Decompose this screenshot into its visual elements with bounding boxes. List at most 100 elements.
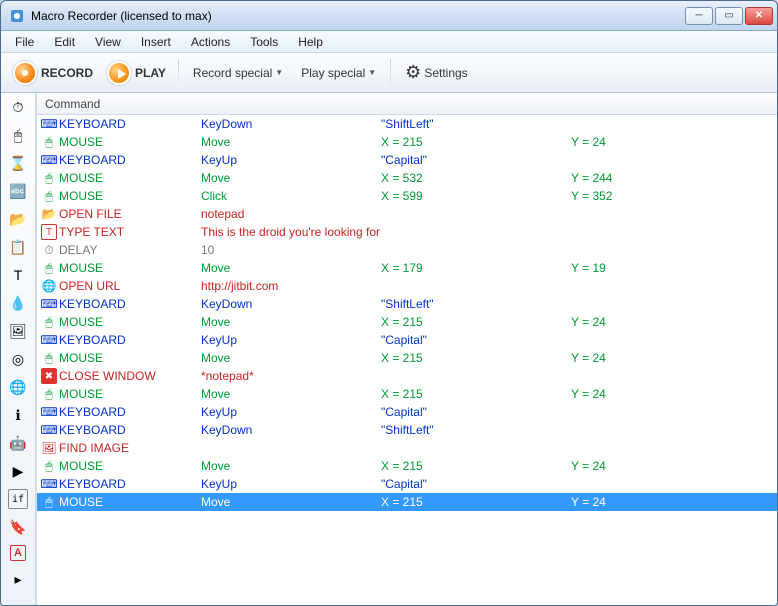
annotate-icon[interactable]: A [10,545,26,561]
label-icon[interactable]: 🔖 [8,517,28,537]
row-icon: 🖱 [41,386,57,402]
play-button[interactable]: PLAY [101,59,172,87]
copy-icon[interactable]: 📋 [8,237,28,257]
command-action: KeyUp [201,153,381,167]
record-button[interactable]: RECORD [7,59,99,87]
typetext-icon[interactable]: T [8,265,28,285]
command-action: Move [201,315,381,329]
table-row[interactable]: 🖱MOUSEMoveX = 215Y = 24 [37,457,777,475]
command-param1: "Capital" [381,333,571,347]
grid-header[interactable]: Command [37,93,777,115]
table-row[interactable]: ⏱DELAY10 [37,241,777,259]
android-icon[interactable]: 🤖 [8,433,28,453]
command-param1: "Capital" [381,477,571,491]
gear-icon: ⚙ [405,62,421,83]
mouse-icon[interactable]: 🖱 [8,125,28,145]
color-picker-icon[interactable]: 💧 [8,293,28,313]
table-row[interactable]: 🖱MOUSEMoveX = 215Y = 24 [37,385,777,403]
command-action: 10 [201,243,381,257]
table-row[interactable]: 🖱MOUSEMoveX = 215Y = 24 [37,313,777,331]
command-name: MOUSE [59,261,103,275]
table-row[interactable]: ⌨KEYBOARDKeyUp"Capital" [37,331,777,349]
table-row[interactable]: 🌐OPEN URLhttp://jitbit.com [37,277,777,295]
play-icon[interactable]: ▶ [8,461,28,481]
table-row[interactable]: 🖱MOUSE MoveX = 215Y = 24 [37,349,777,367]
row-icon: 🖱 [41,458,57,474]
command-param2: Y = 352 [571,189,777,203]
menu-tools[interactable]: Tools [240,33,288,51]
table-row[interactable]: 🖱MOUSEClickX = 599Y = 352 [37,187,777,205]
command-action: Move [201,351,381,365]
sidebar: ⏱ 🖱 ⌛ 🔤 📂 📋 T 💧 🖼 ◎ 🌐 ℹ 🤖 ▶ if 🔖 A ▸ [1,93,36,605]
command-action: KeyDown [201,297,381,311]
row-icon: 🖱 [41,134,57,150]
table-row[interactable]: 🖱MOUSEMoveX = 532Y = 244 [37,169,777,187]
text-icon[interactable]: 🔤 [8,181,28,201]
menu-help[interactable]: Help [288,33,333,51]
command-param1: X = 215 [381,351,571,365]
command-action: Move [201,495,381,509]
record-special-button[interactable]: Record special▼ [185,62,291,84]
if-icon[interactable]: if [8,489,28,509]
table-row[interactable]: ⌨KEYBOARDKeyDown"ShiftLeft" [37,295,777,313]
menu-insert[interactable]: Insert [131,33,181,51]
toolbar: RECORD PLAY Record special▼ Play special… [1,53,777,93]
command-param2: Y = 24 [571,351,777,365]
row-icon: 🖱 [41,350,57,366]
command-param1: "ShiftLeft" [381,423,571,437]
table-row[interactable]: 🖱MOUSEMoveX = 215Y = 24 [37,493,777,511]
table-row[interactable]: 🖼FIND IMAGE [37,439,777,457]
image-icon[interactable]: 🖼 [8,321,28,341]
command-param1: X = 599 [381,189,571,203]
table-row[interactable]: TTYPE TEXTThis is the droid you're looki… [37,223,777,241]
maximize-button[interactable]: ▭ [715,7,743,25]
table-row[interactable]: ⌨KEYBOARDKeyUp"Capital" [37,475,777,493]
table-row[interactable]: ⌨KEYBOARDKeyDown"ShiftLeft" [37,115,777,133]
open-file-icon[interactable]: 📂 [8,209,28,229]
row-icon: ⌨ [41,332,57,348]
target-icon[interactable]: ◎ [8,349,28,369]
command-action: KeyUp [201,477,381,491]
settings-button[interactable]: ⚙ Settings [397,58,476,87]
menu-file[interactable]: File [5,33,44,51]
command-param1: X = 215 [381,315,571,329]
table-row[interactable]: 📂OPEN FILEnotepad [37,205,777,223]
command-name: KEYBOARD [59,153,126,167]
play-icon [107,61,131,85]
collapse-icon[interactable]: ▸ [8,569,28,589]
command-name: MOUSE [59,135,103,149]
play-special-button[interactable]: Play special▼ [293,62,384,84]
info-icon[interactable]: ℹ [8,405,28,425]
table-row[interactable]: 🖱MOUSEMoveX = 179Y = 19 [37,259,777,277]
command-name: KEYBOARD [59,297,126,311]
command-name: KEYBOARD [59,405,126,419]
row-icon: ✖ [41,368,57,384]
row-icon: ⌨ [41,422,57,438]
command-name: MOUSE [59,459,103,473]
menu-edit[interactable]: Edit [44,33,85,51]
titlebar[interactable]: Macro Recorder (licensed to max) ─ ▭ ✕ [1,1,777,31]
app-icon [9,8,25,24]
globe-icon[interactable]: 🌐 [8,377,28,397]
command-action: Move [201,171,381,185]
table-row[interactable]: ✖CLOSE WINDOW*notepad* [37,367,777,385]
command-name: FIND IMAGE [59,441,129,455]
stopwatch-icon[interactable]: ⏱ [8,97,28,117]
menu-actions[interactable]: Actions [181,33,240,51]
close-button[interactable]: ✕ [745,7,773,25]
command-name: DELAY [59,243,97,257]
table-row[interactable]: 🖱MOUSEMoveX = 215Y = 24 [37,133,777,151]
command-name: OPEN URL [59,279,120,293]
table-row[interactable]: ⌨KEYBOARDKeyUp"Capital" [37,151,777,169]
command-grid: Command ⌨KEYBOARDKeyDown"ShiftLeft"🖱MOUS… [36,93,777,605]
menu-view[interactable]: View [85,33,131,51]
command-name: CLOSE WINDOW [59,369,156,383]
table-row[interactable]: ⌨KEYBOARDKeyUp"Capital" [37,403,777,421]
table-row[interactable]: ⌨KEYBOARDKeyDown"ShiftLeft" [37,421,777,439]
command-name: TYPE TEXT [59,225,124,239]
command-name: KEYBOARD [59,333,126,347]
hourglass-icon[interactable]: ⌛ [8,153,28,173]
grid-body[interactable]: ⌨KEYBOARDKeyDown"ShiftLeft"🖱MOUSEMoveX =… [37,115,777,605]
command-name: MOUSE [59,351,103,365]
minimize-button[interactable]: ─ [685,7,713,25]
